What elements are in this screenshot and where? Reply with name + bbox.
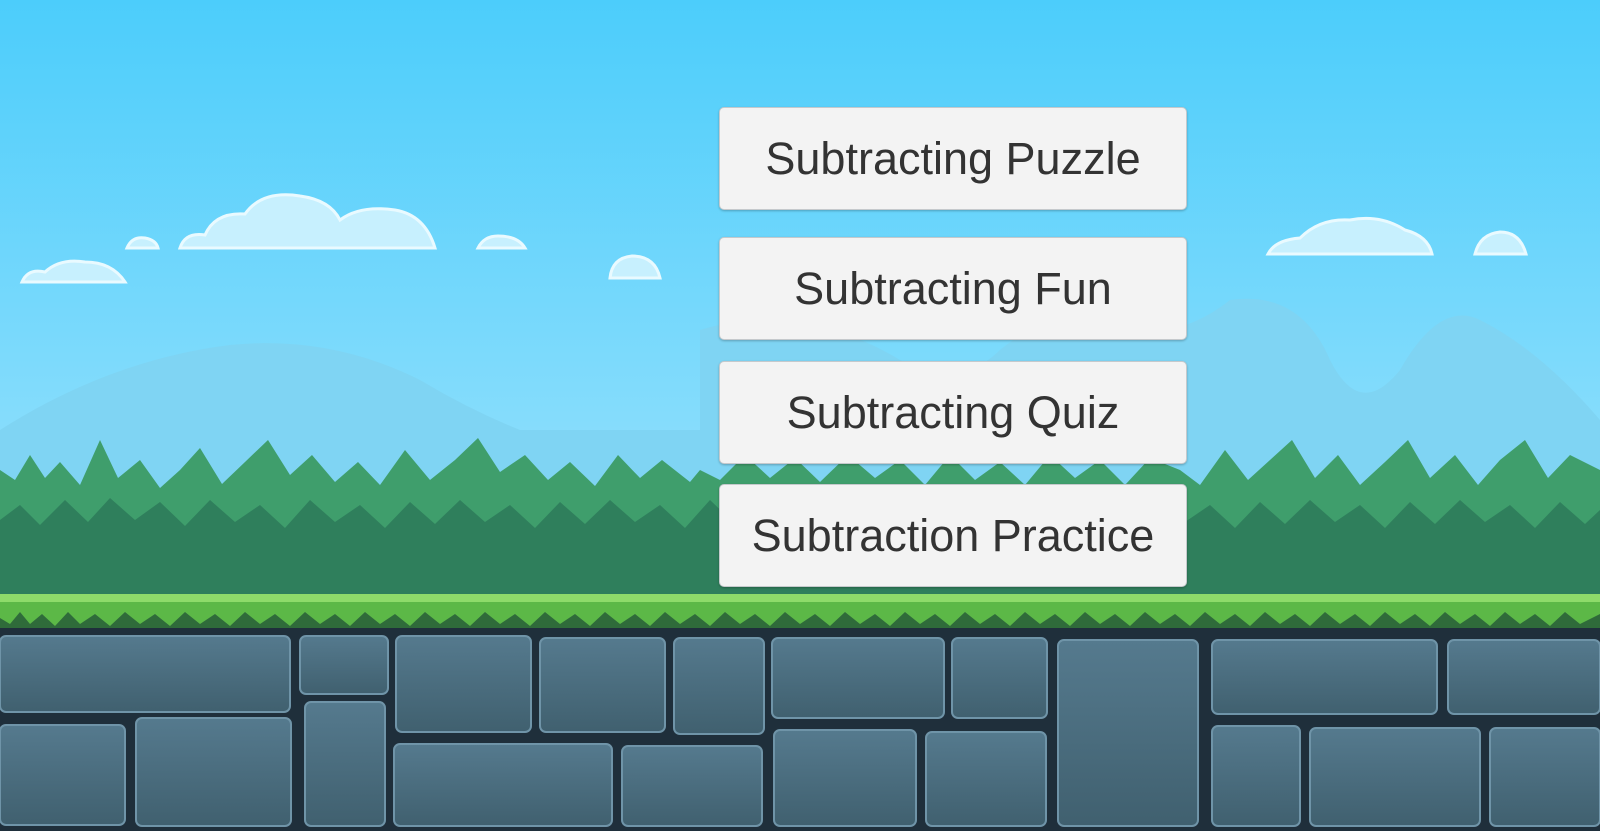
subtracting-puzzle-button[interactable]: Subtracting Puzzle <box>719 107 1187 210</box>
subtracting-fun-button[interactable]: Subtracting Fun <box>719 237 1187 340</box>
main-menu: Subtracting Puzzle Subtracting Fun Subtr… <box>719 0 1187 831</box>
subtraction-practice-button[interactable]: Subtraction Practice <box>719 484 1187 587</box>
subtracting-quiz-button[interactable]: Subtracting Quiz <box>719 361 1187 464</box>
